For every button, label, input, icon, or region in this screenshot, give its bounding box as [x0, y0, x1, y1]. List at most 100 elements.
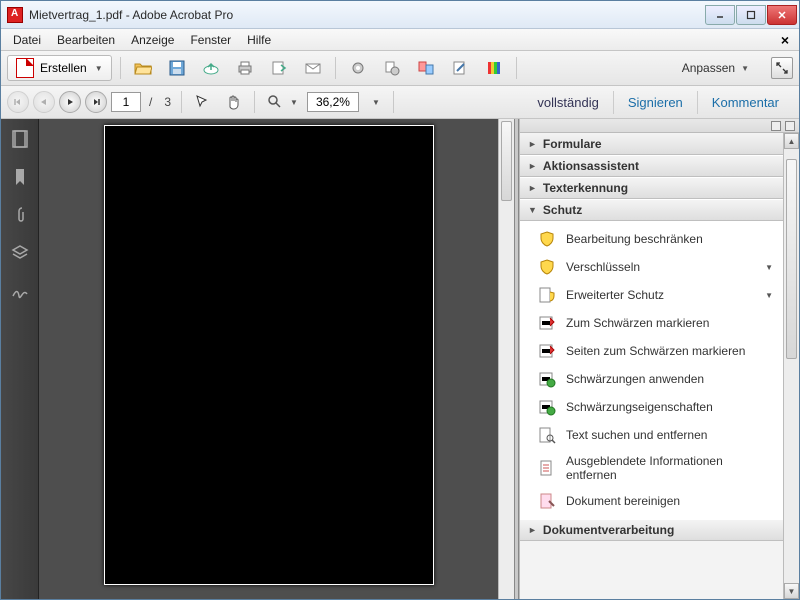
tool-item-zum-schw-rzen-markieren[interactable]: Zum Schwärzen markieren [520, 309, 783, 337]
section-header-formulare[interactable]: ►Formulare [520, 133, 783, 155]
thumbnails-icon[interactable] [10, 129, 30, 149]
tool-item-label: Bearbeitung beschränken [566, 232, 703, 246]
main-area: ►Formulare►Aktionsassistent►Texterkennun… [1, 119, 799, 599]
rainbow-icon [485, 59, 503, 77]
tool-item-ausgeblendete-informationen-entfernen[interactable]: Ausgeblendete Informationen entfernen [520, 449, 783, 487]
tools-scrollbar[interactable]: ▲ ▼ [783, 133, 799, 599]
maximize-button[interactable] [736, 5, 766, 25]
tools-pane-header [520, 119, 799, 133]
create-button[interactable]: Erstellen ▼ [7, 55, 112, 81]
floppy-icon [168, 59, 186, 77]
layers-icon[interactable] [10, 243, 30, 263]
tool-item-verschl-sseln[interactable]: Verschlüsseln▼ [520, 253, 783, 281]
separator [393, 91, 394, 113]
open-button[interactable] [129, 56, 157, 80]
cloud-icon [202, 59, 220, 77]
create-label: Erstellen [40, 61, 87, 75]
tool-item-label: Schwärzungen anwenden [566, 372, 704, 386]
zoom-dropdown[interactable]: ▼ [363, 90, 387, 114]
tab-kommentar[interactable]: Kommentar [698, 91, 793, 114]
scroll-up-button[interactable]: ▲ [784, 133, 799, 149]
section-header-aktionsassistent[interactable]: ►Aktionsassistent [520, 155, 783, 177]
menu-hilfe[interactable]: Hilfe [241, 31, 277, 49]
tool-item-text-suchen-und-entfernen[interactable]: Text suchen und entfernen [520, 421, 783, 449]
section-header-schutz[interactable]: ▼Schutz [520, 199, 783, 221]
tool-item-dokument-bereinigen[interactable]: Dokument bereinigen [520, 487, 783, 515]
triangle-icon: ► [528, 139, 537, 149]
left-nav-strip [1, 119, 39, 599]
combine-icon [417, 59, 435, 77]
section-header-texterkennung[interactable]: ►Texterkennung [520, 177, 783, 199]
tool-item-label: Zum Schwärzen markieren [566, 316, 709, 330]
cursor-icon [193, 93, 211, 111]
customize-button[interactable]: Anpassen ▼ [674, 59, 757, 77]
share-button[interactable] [265, 56, 293, 80]
combine-button[interactable] [412, 56, 440, 80]
close-button[interactable] [767, 5, 797, 25]
minimize-button[interactable] [705, 5, 735, 25]
color-button[interactable] [480, 56, 508, 80]
page-input[interactable]: 1 [111, 92, 141, 112]
zoom-tool-button[interactable]: ▼ [261, 90, 303, 114]
page-total: 3 [160, 95, 175, 109]
print-button[interactable] [231, 56, 259, 80]
menubar-close-icon[interactable]: × [777, 32, 793, 48]
chevron-down-icon: ▼ [372, 98, 380, 107]
menubar: Datei Bearbeiten Anzeige Fenster Hilfe × [1, 29, 799, 51]
hand-tool-button[interactable] [220, 90, 248, 114]
bookmarks-icon[interactable] [10, 167, 30, 187]
section-label: Dokumentverarbeitung [543, 523, 674, 537]
save-button[interactable] [163, 56, 191, 80]
tool-item-bearbeitung-beschr-nken[interactable]: Bearbeitung beschränken [520, 225, 783, 253]
email-button[interactable] [299, 56, 327, 80]
tools-list: ►Formulare►Aktionsassistent►Texterkennun… [520, 133, 783, 599]
chevron-down-icon: ▼ [765, 263, 773, 272]
chevron-down-icon: ▼ [290, 98, 298, 107]
scrollbar-thumb[interactable] [786, 159, 797, 359]
edit-button[interactable] [446, 56, 474, 80]
envelope-icon [304, 59, 322, 77]
triangle-icon: ▼ [528, 205, 537, 215]
document-viewport[interactable] [39, 119, 498, 599]
menu-datei[interactable]: Datei [7, 31, 47, 49]
pdf-page [104, 125, 434, 585]
fullscreen-button[interactable] [771, 57, 793, 79]
tool-item-label: Text suchen und entfernen [566, 428, 707, 442]
shield-yellow-icon [538, 258, 556, 276]
next-page-button[interactable] [59, 91, 81, 113]
zoom-input[interactable]: 36,2% [307, 92, 359, 112]
menu-fenster[interactable]: Fenster [184, 31, 237, 49]
tool-item-schw-rzungen-anwenden[interactable]: Schwärzungen anwenden [520, 365, 783, 393]
settings-button[interactable] [344, 56, 372, 80]
select-tool-button[interactable] [188, 90, 216, 114]
tool-item-erweiterter-schutz[interactable]: Erweiterter Schutz▼ [520, 281, 783, 309]
edit-icon [451, 59, 469, 77]
app-icon [7, 7, 23, 23]
prev-page-button[interactable] [33, 91, 55, 113]
signatures-icon[interactable] [10, 281, 30, 301]
scroll-down-button[interactable]: ▼ [784, 583, 799, 599]
tab-vollstaendig[interactable]: vollständig [523, 91, 612, 114]
menu-bearbeiten[interactable]: Bearbeiten [51, 31, 121, 49]
pane-collapse-icon[interactable] [785, 121, 795, 131]
last-page-button[interactable] [85, 91, 107, 113]
menu-anzeige[interactable]: Anzeige [125, 31, 180, 49]
tab-signieren[interactable]: Signieren [613, 91, 698, 114]
document-scrollbar[interactable] [498, 119, 514, 599]
scroll-track[interactable] [784, 149, 799, 583]
redact-green-icon [538, 370, 556, 388]
search-doc-icon [538, 426, 556, 444]
first-page-button[interactable] [7, 91, 29, 113]
section-header-dokumentverarbeitung[interactable]: ► Dokumentverarbeitung [520, 519, 783, 541]
scrollbar-thumb[interactable] [501, 121, 512, 201]
tool-item-seiten-zum-schw-rzen-markieren[interactable]: Seiten zum Schwärzen markieren [520, 337, 783, 365]
attachments-icon[interactable] [10, 205, 30, 225]
cloud-button[interactable] [197, 56, 225, 80]
titlebar[interactable]: Mietvertrag_1.pdf - Adobe Acrobat Pro [1, 1, 799, 29]
export-button[interactable] [378, 56, 406, 80]
tool-item-label: Schwärzungseigenschaften [566, 400, 713, 414]
triangle-icon: ► [528, 525, 537, 535]
tool-item-schw-rzungseigenschaften[interactable]: Schwärzungseigenschaften [520, 393, 783, 421]
pane-options-icon[interactable] [771, 121, 781, 131]
magnifier-icon [266, 93, 284, 111]
